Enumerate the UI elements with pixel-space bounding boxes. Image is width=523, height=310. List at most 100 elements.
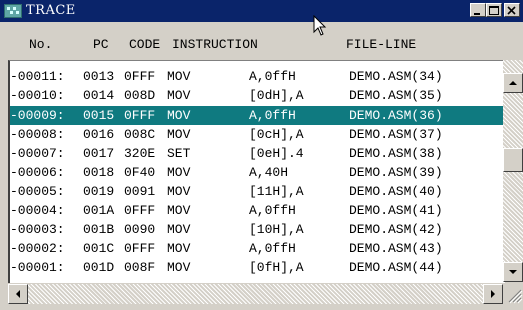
row-mnemonic: MOV xyxy=(167,260,191,275)
mouse-cursor-icon xyxy=(313,15,327,36)
trace-window: TRACE No. PC CODE INSTRUCTION FILE-LINE xyxy=(0,0,523,310)
row-file-line: DEMO.ASM(42) xyxy=(349,222,443,237)
resize-grip[interactable] xyxy=(503,284,523,304)
row-no: -00006: xyxy=(10,165,65,180)
row-code: 0FFF xyxy=(124,108,156,123)
vertical-scrollbar[interactable] xyxy=(503,60,523,282)
row-pc: 0016 xyxy=(83,127,115,142)
row-pc: 001C xyxy=(83,241,115,256)
row-mnemonic: MOV xyxy=(167,69,191,84)
window-title: TRACE xyxy=(26,3,76,18)
trace-row[interactable]: -00004: 001A 0FFF MOV A,0ffH DEMO.ASM(41… xyxy=(10,201,505,220)
title-bar[interactable]: TRACE xyxy=(0,0,523,22)
trace-row-selected[interactable]: -00009: 0015 0FFF MOV A,0ffH DEMO.ASM(36… xyxy=(10,106,505,125)
row-mnemonic: MOV xyxy=(167,184,191,199)
row-code: 008D xyxy=(124,88,156,103)
row-code: 0FFF xyxy=(124,203,156,218)
row-operand: A,0ffH xyxy=(249,203,296,218)
row-no: -00003: xyxy=(10,222,65,237)
scroll-right-button[interactable] xyxy=(483,284,503,304)
trace-row[interactable]: -00002: 001C 0FFF MOV A,0ffH DEMO.ASM(43… xyxy=(10,239,505,258)
row-pc: 0014 xyxy=(83,88,115,103)
trace-row[interactable]: -00001: 001D 008F MOV [0fH],A DEMO.ASM(4… xyxy=(10,258,505,277)
trace-window-icon[interactable] xyxy=(4,4,22,18)
row-no: -00002: xyxy=(10,241,65,256)
row-file-line: DEMO.ASM(40) xyxy=(349,184,443,199)
row-no: -00007: xyxy=(10,146,65,161)
row-operand: [0fH],A xyxy=(249,260,304,275)
row-code: 0091 xyxy=(124,184,156,199)
row-no: -00008: xyxy=(10,127,65,142)
close-icon xyxy=(507,6,516,15)
row-mnemonic: MOV xyxy=(167,241,191,256)
row-operand: [0cH],A xyxy=(249,127,304,142)
trace-row[interactable]: -00008: 0016 008C MOV [0cH],A DEMO.ASM(3… xyxy=(10,125,505,144)
row-no: -00004: xyxy=(10,203,65,218)
trace-row[interactable]: -00011: 0013 0FFF MOV A,0ffH DEMO.ASM(34… xyxy=(10,67,505,86)
vertical-scroll-thumb[interactable] xyxy=(503,148,523,172)
scroll-up-arrow-icon xyxy=(509,81,517,85)
row-code: 0F40 xyxy=(124,165,156,180)
maximize-button[interactable] xyxy=(486,3,502,17)
row-operand: A,40H xyxy=(249,165,289,180)
trace-row[interactable]: -00010: 0014 008D MOV [0dH],A DEMO.ASM(3… xyxy=(10,86,505,105)
horizontal-scrollbar[interactable] xyxy=(8,284,503,304)
row-operand: A,0ffH xyxy=(249,241,296,256)
scroll-down-arrow-icon xyxy=(509,270,517,274)
close-button[interactable] xyxy=(504,3,520,17)
trace-row[interactable]: -00006: 0018 0F40 MOV A,40H DEMO.ASM(39) xyxy=(10,163,505,182)
resize-grip-icon xyxy=(508,289,523,304)
scroll-left-button[interactable] xyxy=(8,284,28,304)
row-no: -00001: xyxy=(10,260,65,275)
header-instruction: INSTRUCTION xyxy=(172,37,258,52)
row-pc: 0019 xyxy=(83,184,115,199)
row-operand: [0eH].4 xyxy=(249,146,304,161)
row-file-line: DEMO.ASM(35) xyxy=(349,88,443,103)
row-file-line: DEMO.ASM(44) xyxy=(349,260,443,275)
trace-row[interactable]: -00005: 0019 0091 MOV [11H],A DEMO.ASM(4… xyxy=(10,182,505,201)
header-file-line: FILE-LINE xyxy=(346,37,417,52)
header-no: No. xyxy=(29,37,53,52)
header-pc: PC xyxy=(93,37,109,52)
row-file-line: DEMO.ASM(37) xyxy=(349,127,443,142)
row-code: 008C xyxy=(124,127,156,142)
scroll-left-arrow-icon xyxy=(16,290,20,298)
trace-row[interactable]: -00003: 001B 0090 MOV [10H],A DEMO.ASM(4… xyxy=(10,220,505,239)
row-pc: 001B xyxy=(83,222,115,237)
row-no: -00009: xyxy=(10,108,65,123)
minimize-button[interactable] xyxy=(470,3,486,17)
row-pc: 001A xyxy=(83,203,115,218)
scroll-up-button[interactable] xyxy=(503,73,523,93)
row-file-line: DEMO.ASM(39) xyxy=(349,165,443,180)
row-mnemonic: MOV xyxy=(167,88,191,103)
row-file-line: DEMO.ASM(36) xyxy=(349,108,443,123)
row-pc: 0017 xyxy=(83,146,115,161)
row-operand: [11H],A xyxy=(249,184,304,199)
row-operand: [0dH],A xyxy=(249,88,304,103)
column-header: No. PC CODE INSTRUCTION FILE-LINE xyxy=(0,22,523,60)
row-mnemonic: MOV xyxy=(167,203,191,218)
row-code: 008F xyxy=(124,260,156,275)
maximize-icon xyxy=(489,6,499,15)
minimize-icon xyxy=(474,13,480,15)
row-no: -00010: xyxy=(10,88,65,103)
trace-row[interactable]: -00007: 0017 320E SET [0eH].4 DEMO.ASM(3… xyxy=(10,144,505,163)
trace-list[interactable]: -00011: 0013 0FFF MOV A,0ffH DEMO.ASM(34… xyxy=(8,60,505,283)
row-file-line: DEMO.ASM(34) xyxy=(349,69,443,84)
row-operand: A,0ffH xyxy=(249,69,296,84)
row-pc: 0015 xyxy=(83,108,115,123)
scroll-right-arrow-icon xyxy=(491,290,495,298)
row-file-line: DEMO.ASM(38) xyxy=(349,146,443,161)
row-no: -00011: xyxy=(10,69,65,84)
row-operand: A,0ffH xyxy=(249,108,296,123)
row-pc: 0018 xyxy=(83,165,115,180)
row-code: 0090 xyxy=(124,222,156,237)
row-code: 0FFF xyxy=(124,69,156,84)
row-file-line: DEMO.ASM(43) xyxy=(349,241,443,256)
row-operand: [10H],A xyxy=(249,222,304,237)
header-code: CODE xyxy=(129,37,161,52)
scroll-down-button[interactable] xyxy=(503,262,523,282)
row-mnemonic: SET xyxy=(167,146,191,161)
row-code: 0FFF xyxy=(124,241,156,256)
row-pc: 001D xyxy=(83,260,115,275)
